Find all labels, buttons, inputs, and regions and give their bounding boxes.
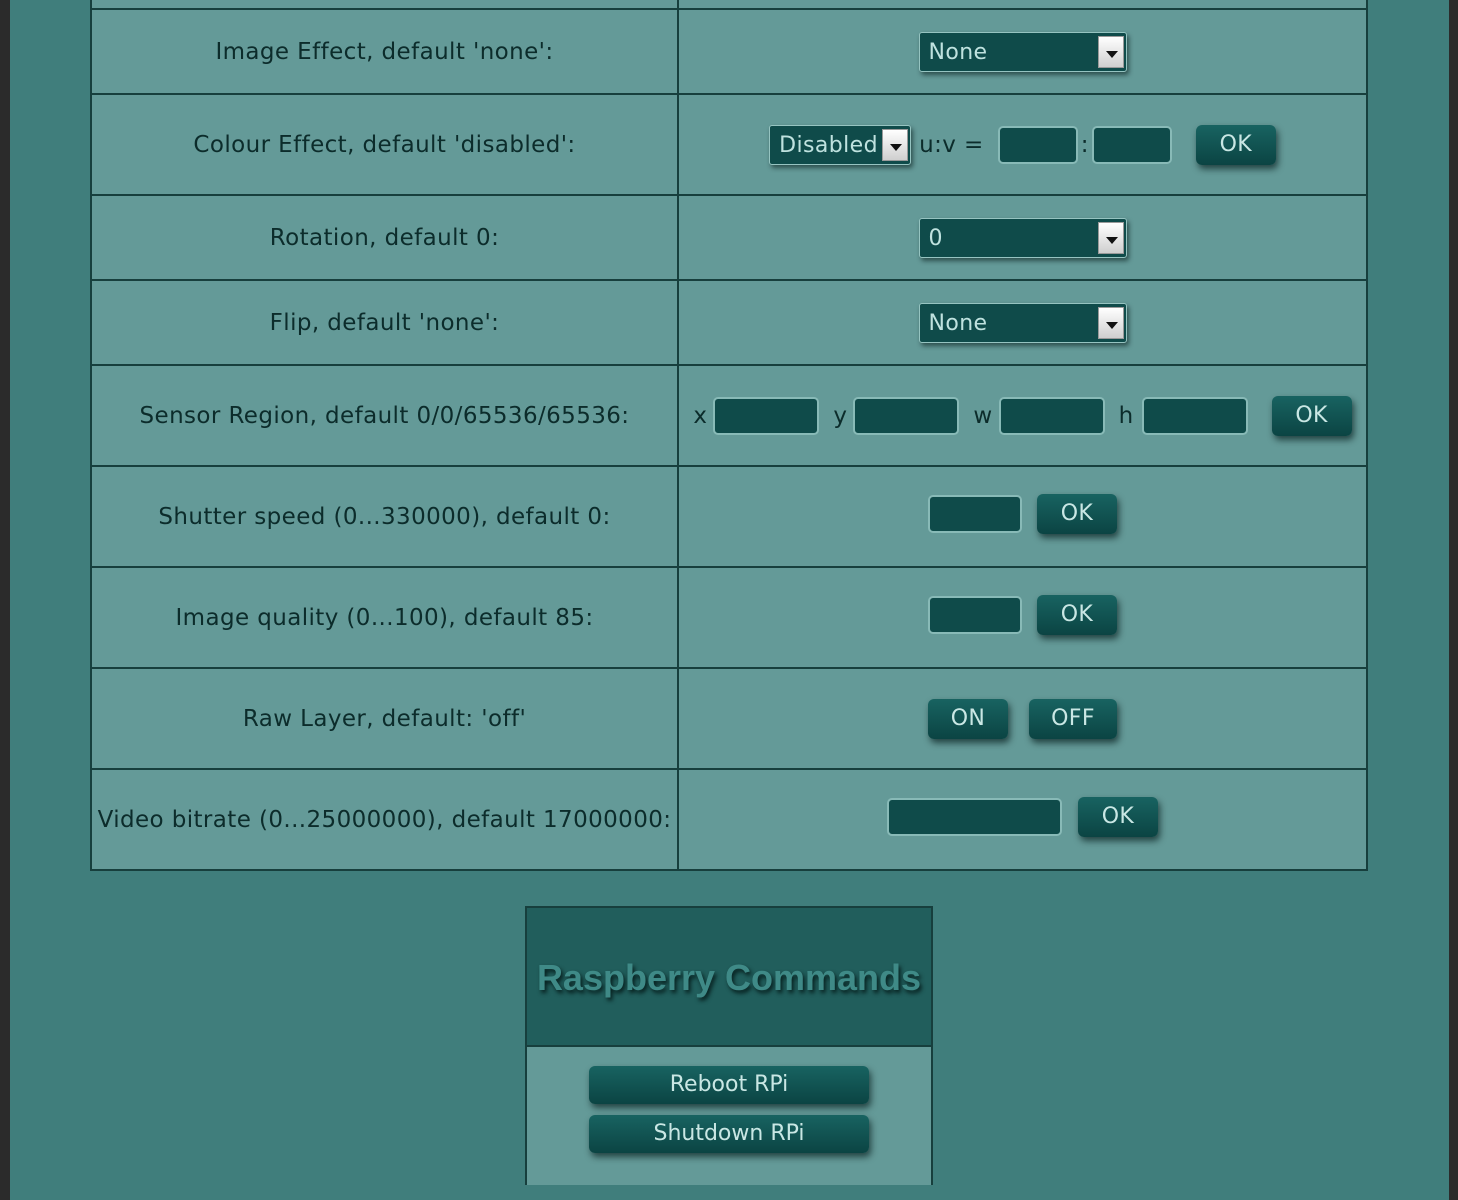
v-input[interactable]	[1091, 125, 1172, 164]
raw-layer-label: Raw Layer, default: 'off'	[90, 667, 679, 770]
image-quality-ok-button[interactable]: OK	[1037, 595, 1117, 635]
video-bitrate-ok-button[interactable]: OK	[1078, 797, 1158, 837]
page: Image Effect, default 'none': None Colou…	[10, 0, 1449, 1200]
colour-effect-select[interactable]: Disabled	[769, 124, 912, 165]
x-label: x	[693, 402, 708, 429]
flip-label: Flip, default 'none':	[90, 279, 679, 366]
w-label: w	[973, 402, 993, 429]
h-label: h	[1118, 402, 1134, 429]
rotation-label: Rotation, default 0:	[90, 194, 679, 281]
table-row: Sensor Region, default 0/0/65536/65536: …	[90, 364, 1368, 467]
image-quality-label: Image quality (0...100), default 85:	[90, 566, 679, 669]
table-row: Flip, default 'none': None	[90, 279, 1368, 366]
sensor-y-input[interactable]	[853, 396, 960, 435]
table-row: Image quality (0...100), default 85: OK	[90, 566, 1368, 669]
image-effect-select[interactable]: None	[918, 31, 1127, 72]
flip-select[interactable]: None	[918, 302, 1127, 343]
table-row: Image Effect, default 'none': None	[90, 8, 1368, 95]
raspberry-commands-panel: Raspberry Commands Reboot RPi Shutdown R…	[525, 906, 933, 1185]
sensor-w-input[interactable]	[998, 396, 1105, 435]
colour-effect-ok-button[interactable]: OK	[1195, 124, 1276, 165]
image-effect-label: Image Effect, default 'none':	[90, 8, 679, 95]
flip-value: None	[928, 310, 988, 336]
uv-label: u:v =	[919, 131, 984, 158]
u-input[interactable]	[997, 125, 1078, 164]
shutdown-button[interactable]: Shutdown RPi	[589, 1115, 869, 1153]
table-row: Colour Effect, default 'disabled': Disab…	[90, 93, 1368, 196]
chevron-down-icon	[882, 128, 909, 161]
video-bitrate-label: Video bitrate (0...25000000), default 17…	[90, 768, 679, 871]
commands-header: Raspberry Commands	[527, 908, 931, 1047]
shutter-speed-label: Shutter speed (0...330000), default 0:	[90, 465, 679, 568]
table-row: Video bitrate (0...25000000), default 17…	[90, 768, 1368, 871]
shutter-speed-input[interactable]	[928, 495, 1022, 533]
table-row: Shutter speed (0...330000), default 0: O…	[90, 465, 1368, 568]
y-label: y	[833, 402, 848, 429]
chevron-down-icon	[1097, 221, 1124, 254]
uv-separator: :	[1080, 131, 1089, 158]
rotation-select[interactable]: 0	[918, 217, 1127, 258]
chevron-down-icon	[1097, 35, 1124, 68]
image-quality-input[interactable]	[928, 596, 1022, 634]
rotation-value: 0	[928, 225, 943, 251]
table-row	[90, 0, 1368, 10]
table-row: Raw Layer, default: 'off' ON OFF	[90, 667, 1368, 770]
reboot-button[interactable]: Reboot RPi	[589, 1066, 869, 1104]
commands-body: Reboot RPi Shutdown RPi	[527, 1047, 931, 1185]
raw-layer-off-button[interactable]: OFF	[1029, 698, 1117, 739]
image-effect-value: None	[928, 39, 988, 65]
chevron-down-icon	[1097, 306, 1124, 339]
commands-title: Raspberry Commands	[536, 957, 922, 998]
table-row: Rotation, default 0: 0	[90, 194, 1368, 281]
video-bitrate-input[interactable]	[887, 798, 1062, 836]
colour-effect-value: Disabled	[779, 132, 878, 158]
sensor-region-ok-button[interactable]: OK	[1271, 395, 1352, 436]
raw-layer-on-button[interactable]: ON	[928, 698, 1008, 739]
settings-table: Image Effect, default 'none': None Colou…	[90, 0, 1368, 871]
sensor-h-input[interactable]	[1141, 396, 1248, 435]
sensor-region-label: Sensor Region, default 0/0/65536/65536:	[90, 364, 679, 467]
shutter-speed-ok-button[interactable]: OK	[1037, 494, 1117, 534]
sensor-x-input[interactable]	[713, 396, 820, 435]
colour-effect-label: Colour Effect, default 'disabled':	[90, 93, 679, 196]
